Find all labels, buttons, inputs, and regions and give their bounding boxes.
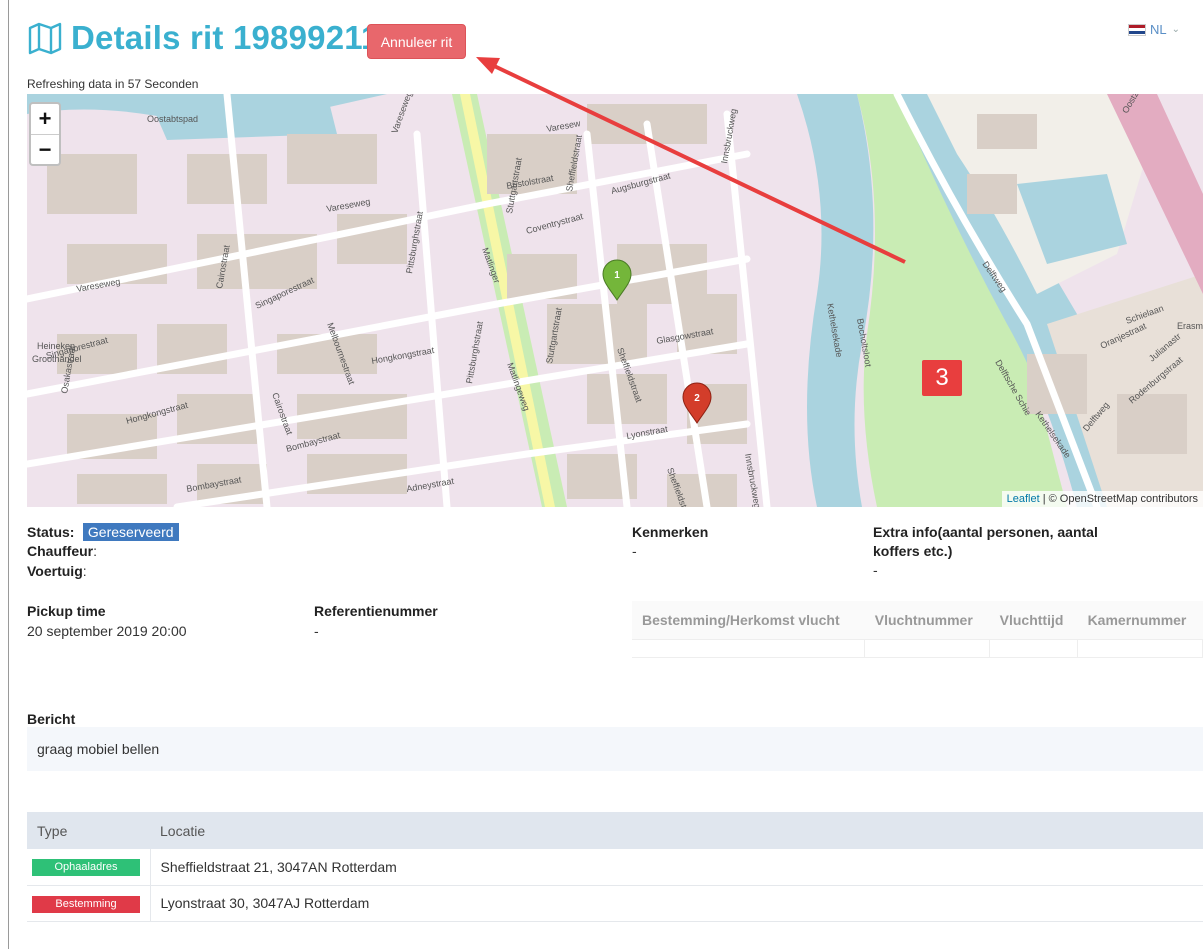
pickup-label: Pickup time <box>27 603 106 619</box>
dutch-flag-icon <box>1128 23 1146 36</box>
map-attribution: Leaflet | © OpenStreetMap contributors <box>1001 491 1203 507</box>
location-cell: Sheffieldstraat 21, 3047AN Rotterdam <box>149 849 1203 886</box>
extra-info-value: - <box>873 562 878 578</box>
chevron-down-icon: ⌄ <box>1171 24 1181 35</box>
type-badge-pickup: Ophaaladres <box>32 859 140 877</box>
voertuig-row: Voertuig: <box>27 563 87 579</box>
map-building <box>977 114 1037 149</box>
map[interactable]: Oostabtspad Vareseweg Varesew Vareseweg Vare… <box>27 94 1203 507</box>
status-badge: Gereserveerd <box>82 523 179 541</box>
map-building <box>287 134 377 184</box>
osm-attribution: | © OpenStreetMap contributors <box>1039 493 1198 505</box>
flight-header-room: Kamernummer <box>1077 601 1203 640</box>
flight-table: Bestemming/Herkomst vlucht Vluchtnummer … <box>632 601 1203 658</box>
zoom-control: + − <box>29 102 61 166</box>
map-building <box>967 174 1017 214</box>
pickup-value: 20 september 2019 20:00 <box>27 623 187 639</box>
language-label: NL <box>1150 22 1167 37</box>
flight-header-destination: Bestemming/Herkomst vlucht <box>632 601 865 640</box>
map-building <box>77 474 167 504</box>
chauffeur-row: Chauffeur: <box>27 543 98 559</box>
voertuig-label: Voertuig <box>27 563 83 579</box>
referentie-label: Referentienummer <box>314 603 438 619</box>
status-label: Status <box>27 524 70 540</box>
bericht-message: graag mobiel bellen <box>27 727 1203 771</box>
chauffeur-label: Chauffeur <box>27 543 94 559</box>
locations-header-location: Locatie <box>150 812 1203 849</box>
locations-header-type: Type <box>27 812 150 849</box>
page-title: Details rit 19899211 <box>71 19 380 56</box>
bericht-label: Bericht <box>27 711 76 727</box>
extra-info-label-2: koffers etc.) <box>873 543 953 559</box>
language-selector[interactable]: NL ⌄ <box>1128 22 1180 37</box>
leaflet-link[interactable]: Leaflet <box>1007 493 1040 505</box>
callout-badge: 3 <box>922 360 962 396</box>
map-building <box>187 154 267 204</box>
map-building <box>1117 394 1187 454</box>
location-cell: Lyonstraat 30, 3047AJ Rotterdam <box>149 885 1203 922</box>
zoom-in-button[interactable]: + <box>31 104 59 134</box>
kenmerken-label: Kenmerken <box>632 524 709 540</box>
kenmerken-value: - <box>632 543 637 559</box>
zoom-out-button[interactable]: − <box>31 134 59 164</box>
map-canvas[interactable]: Oostabtspad Vareseweg VaresewVaresewegVare… <box>27 94 1203 507</box>
referentie-value: - <box>314 623 319 639</box>
locations-table: Type Locatie Ophaaladres Sheffieldstraat… <box>27 812 1203 922</box>
type-badge-destination: Bestemming <box>32 895 140 913</box>
map-icon <box>28 22 62 55</box>
left-border <box>8 0 9 949</box>
title-wrap: Details rit 19899211 <box>27 20 380 56</box>
map-street-label: Oostabtspad <box>147 114 198 124</box>
flight-header-time: Vluchttijd <box>989 601 1078 640</box>
status-row: Status: Gereserveerd <box>27 523 179 542</box>
cancel-ride-button[interactable]: Annuleer rit <box>367 24 466 59</box>
table-row <box>632 639 1203 658</box>
table-row: Ophaaladres Sheffieldstraat 21, 3047AN R… <box>27 849 1203 886</box>
table-row: Bestemming Lyonstraat 30, 3047AJ Rotterd… <box>27 885 1203 922</box>
map-street-label: Erasmus <box>1177 321 1203 331</box>
flight-header-number: Vluchtnummer <box>864 601 990 640</box>
extra-info-label-1: Extra info(aantal personen, aantal <box>873 524 1098 540</box>
refresh-countdown: Refreshing data in 57 Seconden <box>27 77 199 91</box>
